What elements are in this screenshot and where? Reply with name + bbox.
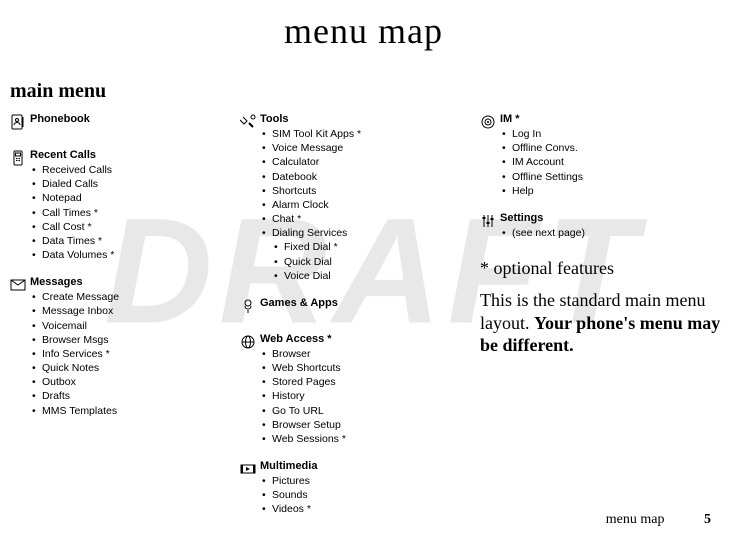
- list-item-label: Dialing Services: [272, 227, 347, 239]
- section-web-access: Web Access * Browser Web Shortcuts Store…: [240, 333, 450, 446]
- list-item: Received Calls: [30, 163, 210, 177]
- list-item: Web Shortcuts: [260, 361, 450, 375]
- list-item: Dialing Services Fixed Dial * Quick Dial…: [260, 226, 450, 283]
- list-item: MMS Templates: [30, 404, 210, 418]
- list-item: Create Message: [30, 290, 210, 304]
- sub-list-item: Quick Dial: [272, 255, 450, 269]
- sub-list-item: Voice Dial: [272, 269, 450, 283]
- im-icon: [480, 113, 500, 198]
- list-item: History: [260, 389, 450, 403]
- list-item: Browser Setup: [260, 418, 450, 432]
- section-title: Multimedia: [260, 460, 450, 472]
- section-recent-calls: Recent Calls Received Calls Dialed Calls…: [10, 149, 210, 262]
- games-icon: [240, 297, 260, 319]
- list-item: Go To URL: [260, 404, 450, 418]
- multimedia-icon: [240, 460, 260, 517]
- section-title: Recent Calls: [30, 149, 210, 161]
- list-item: Offline Convs.: [500, 141, 730, 155]
- list-item: Notepad: [30, 191, 210, 205]
- list-item: Quick Notes: [30, 361, 210, 375]
- list-item: Browser Msgs: [30, 333, 210, 347]
- list-item: Call Cost *: [30, 220, 210, 234]
- list-item: Videos *: [260, 502, 450, 516]
- list-item: Datebook: [260, 170, 450, 184]
- section-games-apps: Games & Apps: [240, 297, 450, 319]
- list-item: Voicemail: [30, 319, 210, 333]
- list-item: Dialed Calls: [30, 177, 210, 191]
- list-item: Browser: [260, 347, 450, 361]
- list-item: Message Inbox: [30, 304, 210, 318]
- section-messages: Messages Create Message Message Inbox Vo…: [10, 276, 210, 418]
- menu-columns: Phonebook Recent Calls Received Calls Di…: [10, 113, 717, 531]
- page-number: 5: [704, 512, 711, 527]
- list-item: (see next page): [500, 226, 730, 240]
- recent-calls-icon: [10, 149, 30, 262]
- section-title: Web Access *: [260, 333, 450, 345]
- column-1: Phonebook Recent Calls Received Calls Di…: [10, 113, 210, 531]
- list-item: Shortcuts: [260, 184, 450, 198]
- list-item: Calculator: [260, 155, 450, 169]
- optional-features-note: * optional features: [480, 258, 730, 279]
- section-title: Settings: [500, 212, 730, 224]
- section-im: IM * Log In Offline Convs. IM Account Of…: [480, 113, 730, 198]
- settings-icon: [480, 212, 500, 240]
- section-multimedia: Multimedia Pictures Sounds Videos *: [240, 460, 450, 517]
- tools-icon: [240, 113, 260, 283]
- list-item: Data Volumes *: [30, 248, 210, 262]
- list-item: Chat *: [260, 212, 450, 226]
- list-item: Log In: [500, 127, 730, 141]
- list-item: Stored Pages: [260, 375, 450, 389]
- footer-label: menu map: [606, 512, 665, 527]
- section-title: Games & Apps: [260, 297, 450, 309]
- chapter-title: menu map: [10, 10, 717, 52]
- section-title: Phonebook: [30, 113, 210, 125]
- list-item: IM Account: [500, 155, 730, 169]
- messages-icon: [10, 276, 30, 418]
- section-settings: Settings (see next page): [480, 212, 730, 240]
- list-item: Alarm Clock: [260, 198, 450, 212]
- list-item: Data Times *: [30, 234, 210, 248]
- column-2: Tools SIM Tool Kit Apps * Voice Message …: [240, 113, 450, 531]
- list-item: Voice Message: [260, 141, 450, 155]
- layout-note: This is the standard main menu layout. Y…: [480, 289, 730, 357]
- phonebook-icon: [10, 113, 30, 135]
- list-item: Help: [500, 184, 730, 198]
- page-footer: menu map 5: [606, 512, 711, 528]
- list-item: SIM Tool Kit Apps *: [260, 127, 450, 141]
- list-item: Drafts: [30, 389, 210, 403]
- list-item: Sounds: [260, 488, 450, 502]
- list-item: Info Services *: [30, 347, 210, 361]
- column-3: IM * Log In Offline Convs. IM Account Of…: [480, 113, 730, 531]
- main-menu-heading: main menu: [10, 80, 717, 103]
- section-title: IM *: [500, 113, 730, 125]
- list-item: Pictures: [260, 474, 450, 488]
- section-title: Tools: [260, 113, 450, 125]
- section-tools: Tools SIM Tool Kit Apps * Voice Message …: [240, 113, 450, 283]
- list-item: Call Times *: [30, 206, 210, 220]
- section-phonebook: Phonebook: [10, 113, 210, 135]
- sub-list-item: Fixed Dial *: [272, 240, 450, 254]
- list-item: Outbox: [30, 375, 210, 389]
- list-item: Web Sessions *: [260, 432, 450, 446]
- web-icon: [240, 333, 260, 446]
- list-item: Offline Settings: [500, 170, 730, 184]
- section-title: Messages: [30, 276, 210, 288]
